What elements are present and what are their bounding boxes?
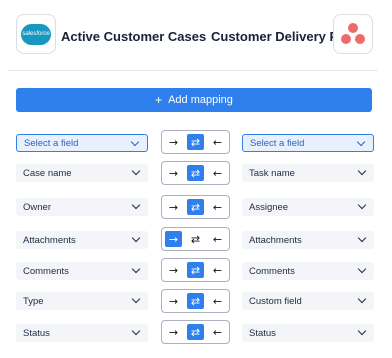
chevron-down-icon xyxy=(131,326,141,336)
field-dropdown-left[interactable]: Owner xyxy=(16,198,148,216)
chevron-down-icon xyxy=(357,233,367,243)
field-dropdown-right[interactable]: Attachments xyxy=(242,231,374,249)
arrow-left-icon[interactable]: ← xyxy=(209,231,226,247)
chevron-down-icon xyxy=(131,200,141,210)
field-dropdown-right[interactable]: Comments xyxy=(242,262,374,280)
field-dropdown-right[interactable]: Task name xyxy=(242,164,374,182)
plus-icon: + xyxy=(155,93,163,107)
sync-direction-toggle: → ⇄ ← xyxy=(161,227,230,251)
field-dropdown-right[interactable]: Custom field xyxy=(242,292,374,310)
arrow-left-icon[interactable]: ← xyxy=(209,324,226,340)
sync-direction-toggle: → ⇄ ← xyxy=(161,258,230,282)
field-label: Select a field xyxy=(24,137,79,149)
add-mapping-label: Add mapping xyxy=(168,94,233,106)
field-label: Status xyxy=(249,327,276,339)
field-label: Case name xyxy=(23,167,72,179)
left-app-title: Active Customer Cases xyxy=(61,29,207,44)
select-field-dropdown-right[interactable]: Select a field xyxy=(242,134,374,152)
arrow-right-icon[interactable]: → xyxy=(165,262,182,278)
field-dropdown-left[interactable]: Type xyxy=(16,292,148,310)
header-divider xyxy=(8,70,378,71)
field-label: Custom field xyxy=(249,295,302,307)
two-way-sync-icon[interactable]: ⇄ xyxy=(187,165,204,181)
field-dropdown-left[interactable]: Attachments xyxy=(16,231,148,249)
chevron-down-icon xyxy=(130,137,140,147)
chevron-down-icon xyxy=(357,326,367,336)
field-label: Owner xyxy=(23,201,51,213)
field-label: Task name xyxy=(249,167,295,179)
sync-direction-toggle: → ⇄ ← xyxy=(161,130,230,154)
chevron-down-icon xyxy=(131,294,141,304)
asana-logo xyxy=(333,14,373,54)
arrow-right-icon[interactable]: → xyxy=(165,293,182,309)
select-field-dropdown-left[interactable]: Select a field xyxy=(16,134,148,152)
field-label: Select a field xyxy=(250,137,305,149)
chevron-down-icon xyxy=(357,166,367,176)
two-way-sync-icon[interactable]: ⇄ xyxy=(187,231,204,247)
two-way-sync-icon[interactable]: ⇄ xyxy=(187,134,204,150)
two-way-sync-icon[interactable]: ⇄ xyxy=(187,293,204,309)
arrow-right-icon[interactable]: → xyxy=(165,231,182,247)
field-label: Type xyxy=(23,295,44,307)
field-dropdown-left[interactable]: Case name xyxy=(16,164,148,182)
two-way-sync-icon[interactable]: ⇄ xyxy=(187,324,204,340)
field-label: Attachments xyxy=(249,234,302,246)
arrow-left-icon[interactable]: ← xyxy=(209,293,226,309)
chevron-down-icon xyxy=(131,264,141,274)
chevron-down-icon xyxy=(356,137,366,147)
arrow-right-icon[interactable]: → xyxy=(165,324,182,340)
arrow-right-icon[interactable]: → xyxy=(165,199,182,215)
field-dropdown-left[interactable]: Status xyxy=(16,324,148,342)
app-header: salesforce Active Customer Cases Custome… xyxy=(0,0,392,70)
salesforce-logo: salesforce xyxy=(16,14,56,54)
arrow-right-icon[interactable]: → xyxy=(165,165,182,181)
field-label: Attachments xyxy=(23,234,76,246)
sync-direction-toggle: → ⇄ ← xyxy=(161,161,230,185)
sync-direction-toggle: → ⇄ ← xyxy=(161,195,230,219)
field-label: Comments xyxy=(249,265,295,277)
arrow-right-icon[interactable]: → xyxy=(165,134,182,150)
chevron-down-icon xyxy=(131,233,141,243)
field-label: Status xyxy=(23,327,50,339)
two-way-sync-icon[interactable]: ⇄ xyxy=(187,262,204,278)
sync-direction-toggle: → ⇄ ← xyxy=(161,320,230,344)
chevron-down-icon xyxy=(357,264,367,274)
field-dropdown-right[interactable]: Status xyxy=(242,324,374,342)
field-dropdown-right[interactable]: Assignee xyxy=(242,198,374,216)
asana-icon xyxy=(340,22,366,46)
arrow-left-icon[interactable]: ← xyxy=(209,199,226,215)
arrow-left-icon[interactable]: ← xyxy=(209,134,226,150)
field-dropdown-left[interactable]: Comments xyxy=(16,262,148,280)
arrow-left-icon[interactable]: ← xyxy=(209,165,226,181)
chevron-down-icon xyxy=(357,294,367,304)
chevron-down-icon xyxy=(131,166,141,176)
add-mapping-button[interactable]: + Add mapping xyxy=(16,88,372,112)
chevron-down-icon xyxy=(357,200,367,210)
two-way-sync-icon[interactable]: ⇄ xyxy=(187,199,204,215)
field-label: Assignee xyxy=(249,201,289,213)
field-label: Comments xyxy=(23,265,69,277)
arrow-left-icon[interactable]: ← xyxy=(209,262,226,278)
sync-direction-toggle: → ⇄ ← xyxy=(161,289,230,313)
salesforce-cloud-icon: salesforce xyxy=(21,23,51,45)
